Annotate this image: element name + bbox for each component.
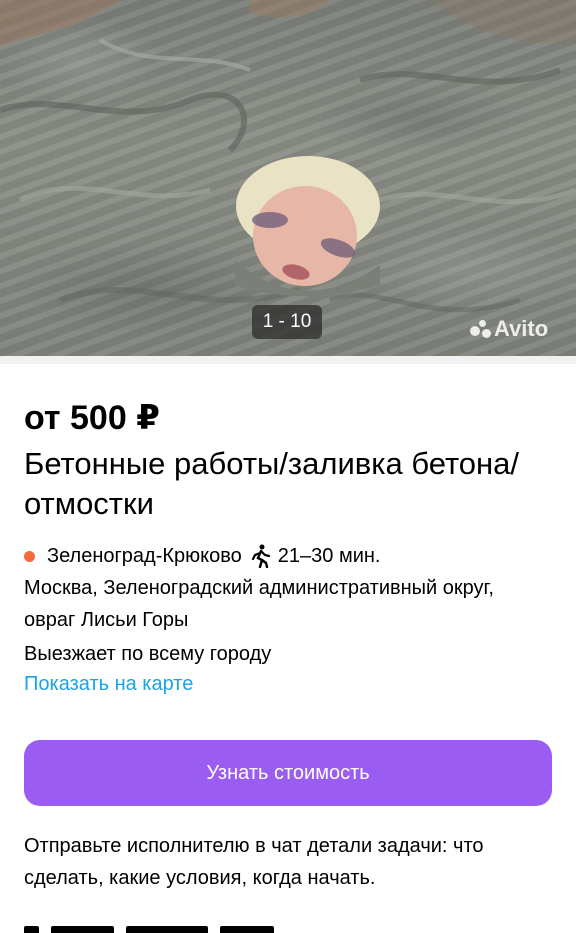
metro-row: Зеленоград-Крюково 21–30 мин. (24, 541, 380, 571)
concrete-photo-image (0, 0, 576, 313)
listing-title: Бетонные работы/заливка бетона/отмостки (24, 446, 520, 521)
address-text: Москва, Зеленоградский административный … (24, 577, 494, 631)
visits-text: Выезжает по всему городу (24, 643, 272, 665)
metro-station: Зеленоград-Крюково (47, 544, 242, 567)
avito-watermark: Avito (470, 314, 548, 344)
get-price-button[interactable]: Узнать стоимость (24, 740, 552, 806)
listing-price: от 500 ₽ (24, 399, 160, 437)
watermark-text: Avito (494, 316, 549, 341)
section-divider (0, 356, 576, 364)
walk-time: 21–30 мин. (277, 544, 381, 567)
photo-counter-badge: 1 - 10 (252, 305, 322, 339)
avito-logo-icon (470, 318, 492, 340)
show-on-map-link[interactable]: Показать на карте (24, 668, 193, 700)
chat-hint-text: Отправьте исполнителю в чат детали задач… (24, 835, 484, 889)
metro-line-icon (24, 550, 35, 562)
walking-person-icon (251, 544, 270, 568)
truncated-next-line (24, 926, 274, 933)
listing-photo[interactable]: 1 - 10 Avito (0, 0, 576, 356)
